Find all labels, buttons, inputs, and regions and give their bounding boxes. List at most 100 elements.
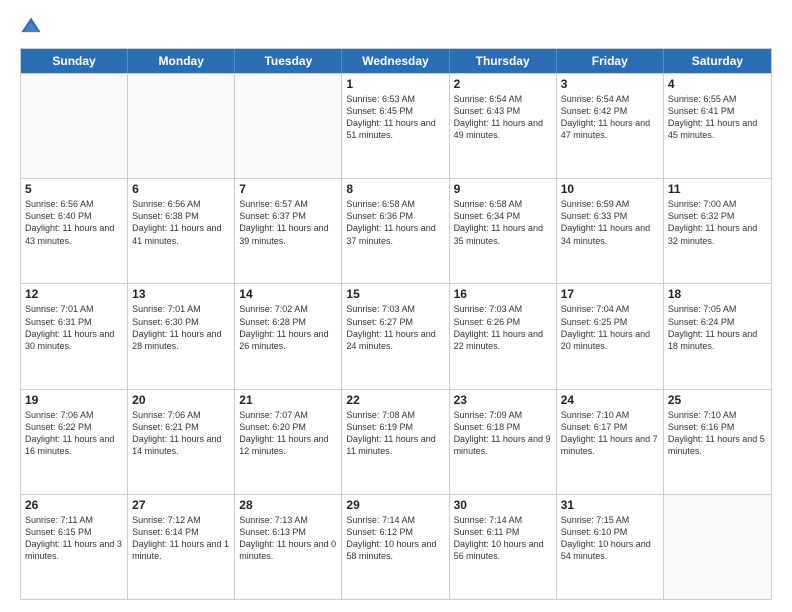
calendar-cell bbox=[235, 74, 342, 178]
day-number: 11 bbox=[668, 182, 767, 196]
cell-info: Sunrise: 6:59 AM Sunset: 6:33 PM Dayligh… bbox=[561, 198, 659, 247]
cell-info: Sunrise: 6:54 AM Sunset: 6:43 PM Dayligh… bbox=[454, 93, 552, 142]
day-number: 17 bbox=[561, 287, 659, 301]
calendar-row-2: 12Sunrise: 7:01 AM Sunset: 6:31 PM Dayli… bbox=[21, 283, 771, 388]
day-number: 10 bbox=[561, 182, 659, 196]
cell-info: Sunrise: 7:13 AM Sunset: 6:13 PM Dayligh… bbox=[239, 514, 337, 563]
calendar-cell: 14 Sunrise: 7:02 AM Sunset: 6:28 PM Dayli… bbox=[235, 284, 342, 388]
calendar-cell: 28 Sunrise: 7:13 AM Sunset: 6:13 PM Dayli… bbox=[235, 495, 342, 599]
header-day-sunday: Sunday bbox=[21, 49, 128, 73]
cell-info: Sunrise: 7:15 AM Sunset: 6:10 PM Dayligh… bbox=[561, 514, 659, 563]
cell-info: Sunrise: 7:12 AM Sunset: 6:14 PM Dayligh… bbox=[132, 514, 230, 563]
calendar-cell: 20 Sunrise: 7:06 AM Sunset: 6:21 PM Dayli… bbox=[128, 390, 235, 494]
day-number: 16 bbox=[454, 287, 552, 301]
day-number: 20 bbox=[132, 393, 230, 407]
day-number: 6 bbox=[132, 182, 230, 196]
day-number: 28 bbox=[239, 498, 337, 512]
calendar-cell: 22Sunrise: 7:08 AM Sunset: 6:19 PM Dayli… bbox=[342, 390, 449, 494]
day-number: 26 bbox=[25, 498, 123, 512]
calendar-cell bbox=[128, 74, 235, 178]
header-day-monday: Monday bbox=[128, 49, 235, 73]
day-number: 13 bbox=[132, 287, 230, 301]
cell-info: Sunrise: 7:14 AM Sunset: 6:12 PM Dayligh… bbox=[346, 514, 444, 563]
calendar-cell: 6 Sunrise: 6:56 AM Sunset: 6:38 PM Daylig… bbox=[128, 179, 235, 283]
calendar-cell: 27Sunrise: 7:12 AM Sunset: 6:14 PM Dayli… bbox=[128, 495, 235, 599]
calendar-cell: 1 Sunrise: 6:53 AM Sunset: 6:45 PM Daylig… bbox=[342, 74, 449, 178]
cell-info: Sunrise: 7:01 AM Sunset: 6:30 PM Dayligh… bbox=[132, 303, 230, 352]
header bbox=[20, 16, 772, 38]
calendar-cell: 12Sunrise: 7:01 AM Sunset: 6:31 PM Dayli… bbox=[21, 284, 128, 388]
cell-info: Sunrise: 7:00 AM Sunset: 6:32 PM Dayligh… bbox=[668, 198, 767, 247]
calendar-cell: 24 Sunrise: 7:10 AM Sunset: 6:17 PM Dayli… bbox=[557, 390, 664, 494]
calendar-row-0: 1 Sunrise: 6:53 AM Sunset: 6:45 PM Daylig… bbox=[21, 73, 771, 178]
cell-info: Sunrise: 7:06 AM Sunset: 6:22 PM Dayligh… bbox=[25, 409, 123, 458]
cell-info: Sunrise: 6:55 AM Sunset: 6:41 PM Dayligh… bbox=[668, 93, 767, 142]
calendar-cell: 3 Sunrise: 6:54 AM Sunset: 6:42 PM Daylig… bbox=[557, 74, 664, 178]
calendar-cell: 18 Sunrise: 7:05 AM Sunset: 6:24 PM Dayli… bbox=[664, 284, 771, 388]
calendar-cell bbox=[21, 74, 128, 178]
calendar-cell: 30 Sunrise: 7:14 AM Sunset: 6:11 PM Dayli… bbox=[450, 495, 557, 599]
calendar-cell: 23Sunrise: 7:09 AM Sunset: 6:18 PM Dayli… bbox=[450, 390, 557, 494]
cell-info: Sunrise: 6:58 AM Sunset: 6:34 PM Dayligh… bbox=[454, 198, 552, 247]
day-number: 14 bbox=[239, 287, 337, 301]
cell-info: Sunrise: 7:05 AM Sunset: 6:24 PM Dayligh… bbox=[668, 303, 767, 352]
day-number: 25 bbox=[668, 393, 767, 407]
cell-info: Sunrise: 7:03 AM Sunset: 6:26 PM Dayligh… bbox=[454, 303, 552, 352]
calendar-row-4: 26Sunrise: 7:11 AM Sunset: 6:15 PM Dayli… bbox=[21, 494, 771, 599]
day-number: 9 bbox=[454, 182, 552, 196]
day-number: 21 bbox=[239, 393, 337, 407]
cell-info: Sunrise: 7:02 AM Sunset: 6:28 PM Dayligh… bbox=[239, 303, 337, 352]
cell-info: Sunrise: 6:58 AM Sunset: 6:36 PM Dayligh… bbox=[346, 198, 444, 247]
day-number: 4 bbox=[668, 77, 767, 91]
cell-info: Sunrise: 7:14 AM Sunset: 6:11 PM Dayligh… bbox=[454, 514, 552, 563]
calendar-cell: 15 Sunrise: 7:03 AM Sunset: 6:27 PM Dayli… bbox=[342, 284, 449, 388]
cell-info: Sunrise: 6:54 AM Sunset: 6:42 PM Dayligh… bbox=[561, 93, 659, 142]
cell-info: Sunrise: 7:06 AM Sunset: 6:21 PM Dayligh… bbox=[132, 409, 230, 458]
cell-info: Sunrise: 7:07 AM Sunset: 6:20 PM Dayligh… bbox=[239, 409, 337, 458]
calendar-cell: 29Sunrise: 7:14 AM Sunset: 6:12 PM Dayli… bbox=[342, 495, 449, 599]
day-number: 31 bbox=[561, 498, 659, 512]
calendar-cell: 8 Sunrise: 6:58 AM Sunset: 6:36 PM Daylig… bbox=[342, 179, 449, 283]
cell-info: Sunrise: 6:53 AM Sunset: 6:45 PM Dayligh… bbox=[346, 93, 444, 142]
cell-info: Sunrise: 7:10 AM Sunset: 6:17 PM Dayligh… bbox=[561, 409, 659, 458]
calendar-cell bbox=[664, 495, 771, 599]
calendar-cell: 25 Sunrise: 7:10 AM Sunset: 6:16 PM Dayli… bbox=[664, 390, 771, 494]
header-day-saturday: Saturday bbox=[664, 49, 771, 73]
logo-icon bbox=[20, 16, 42, 38]
cell-info: Sunrise: 6:56 AM Sunset: 6:38 PM Dayligh… bbox=[132, 198, 230, 247]
day-number: 30 bbox=[454, 498, 552, 512]
cell-info: Sunrise: 6:56 AM Sunset: 6:40 PM Dayligh… bbox=[25, 198, 123, 247]
day-number: 2 bbox=[454, 77, 552, 91]
day-number: 19 bbox=[25, 393, 123, 407]
day-number: 3 bbox=[561, 77, 659, 91]
day-number: 18 bbox=[668, 287, 767, 301]
calendar-cell: 31 Sunrise: 7:15 AM Sunset: 6:10 PM Dayli… bbox=[557, 495, 664, 599]
cell-info: Sunrise: 7:01 AM Sunset: 6:31 PM Dayligh… bbox=[25, 303, 123, 352]
calendar-cell: 10 Sunrise: 6:59 AM Sunset: 6:33 PM Dayli… bbox=[557, 179, 664, 283]
day-number: 24 bbox=[561, 393, 659, 407]
header-day-thursday: Thursday bbox=[450, 49, 557, 73]
calendar-body: 1 Sunrise: 6:53 AM Sunset: 6:45 PM Daylig… bbox=[21, 73, 771, 599]
calendar-cell: 9 Sunrise: 6:58 AM Sunset: 6:34 PM Daylig… bbox=[450, 179, 557, 283]
cell-info: Sunrise: 7:10 AM Sunset: 6:16 PM Dayligh… bbox=[668, 409, 767, 458]
calendar-row-3: 19 Sunrise: 7:06 AM Sunset: 6:22 PM Dayli… bbox=[21, 389, 771, 494]
day-number: 5 bbox=[25, 182, 123, 196]
page: SundayMondayTuesdayWednesdayThursdayFrid… bbox=[0, 0, 792, 612]
logo bbox=[20, 16, 44, 38]
header-day-tuesday: Tuesday bbox=[235, 49, 342, 73]
calendar-header: SundayMondayTuesdayWednesdayThursdayFrid… bbox=[21, 49, 771, 73]
day-number: 15 bbox=[346, 287, 444, 301]
calendar-cell: 4 Sunrise: 6:55 AM Sunset: 6:41 PM Daylig… bbox=[664, 74, 771, 178]
calendar-cell: 26Sunrise: 7:11 AM Sunset: 6:15 PM Dayli… bbox=[21, 495, 128, 599]
day-number: 7 bbox=[239, 182, 337, 196]
day-number: 1 bbox=[346, 77, 444, 91]
cell-info: Sunrise: 7:08 AM Sunset: 6:19 PM Dayligh… bbox=[346, 409, 444, 458]
cell-info: Sunrise: 6:57 AM Sunset: 6:37 PM Dayligh… bbox=[239, 198, 337, 247]
cell-info: Sunrise: 7:03 AM Sunset: 6:27 PM Dayligh… bbox=[346, 303, 444, 352]
day-number: 8 bbox=[346, 182, 444, 196]
calendar-cell: 13 Sunrise: 7:01 AM Sunset: 6:30 PM Dayli… bbox=[128, 284, 235, 388]
cell-info: Sunrise: 7:09 AM Sunset: 6:18 PM Dayligh… bbox=[454, 409, 552, 458]
calendar-cell: 19 Sunrise: 7:06 AM Sunset: 6:22 PM Dayli… bbox=[21, 390, 128, 494]
calendar-cell: 17 Sunrise: 7:04 AM Sunset: 6:25 PM Dayli… bbox=[557, 284, 664, 388]
cell-info: Sunrise: 7:04 AM Sunset: 6:25 PM Dayligh… bbox=[561, 303, 659, 352]
